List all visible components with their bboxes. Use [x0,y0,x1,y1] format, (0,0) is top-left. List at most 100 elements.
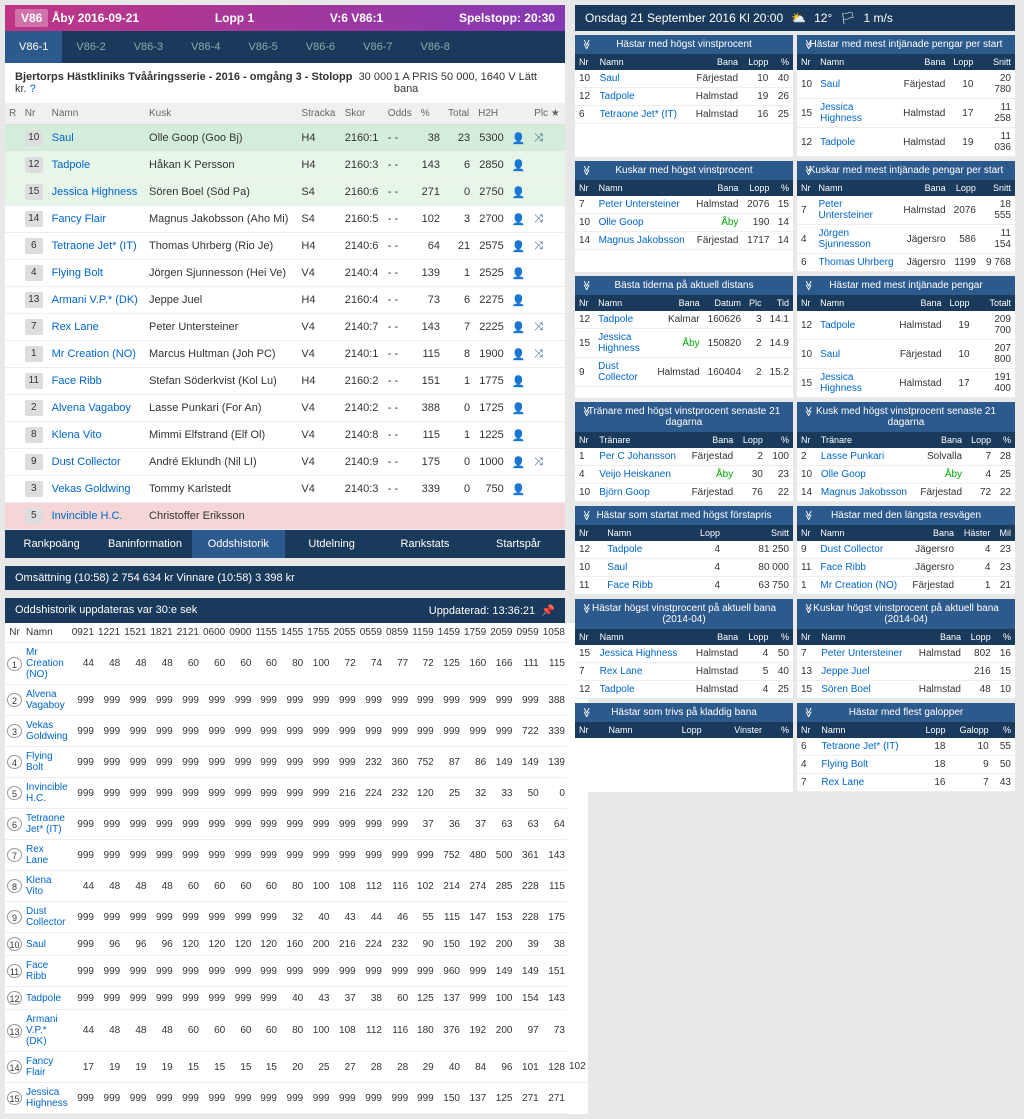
stat-header[interactable]: Tränare med högst vinstprocent senaste 2… [575,402,793,432]
h2h-icon[interactable]: ⤨ [530,314,565,341]
table-row[interactable]: 9Dust CollectorHalmstad160404215.2 [575,358,793,387]
table-row[interactable]: 15Sören BoelHalmstad4810 [797,681,1015,699]
table-row[interactable]: 1Mr Creation (NO)Färjestad121 [797,577,1015,595]
horse-link[interactable]: Jessica Highness [24,1083,70,1114]
horse-link[interactable]: Tadpole [24,987,70,1010]
help-icon[interactable]: ? [30,83,36,95]
horse-link[interactable]: Fancy Flair [48,206,145,233]
table-row[interactable]: 3Vekas GoldwingTommy KarlstedtV42140:3- … [5,476,565,503]
table-row[interactable]: 6Tetraone Jet* (IT)Halmstad1625 [575,106,793,124]
person-icon[interactable] [508,503,530,530]
table-row[interactable]: 6Thomas UhrbergJägersro11999 768 [797,254,1015,272]
table-row[interactable]: 6Tetraone Jet* (IT)Thomas Uhrberg (Rio J… [5,233,565,260]
horse-link[interactable]: Alvena Vagaboy [48,395,145,422]
subtab-Baninformation[interactable]: Baninformation [98,530,191,558]
h2h-icon[interactable] [530,476,565,503]
horse-link[interactable]: Tetraone Jet* (IT) [24,809,70,840]
person-icon[interactable]: 👤 [508,395,530,422]
table-row[interactable]: 10Olle GoopÅby425 [797,466,1015,484]
h2h-icon[interactable]: ⤨ [530,125,565,152]
horse-link[interactable]: Jessica Highness [48,179,145,206]
stat-header[interactable]: Kuskar med mest intjänade pengar per sta… [797,161,1015,180]
table-row[interactable]: 15Jessica HighnessHalmstad450 [575,645,793,663]
pin-icon[interactable]: 📌 [541,605,555,617]
table-row[interactable]: 8Klena VitoMimmi Elfstrand (Elf Ol)V4214… [5,422,565,449]
table-row[interactable]: 7Rex Lane16743 [797,774,1015,792]
horse-link[interactable]: Dust Collector [48,449,145,476]
person-icon[interactable]: 👤 [508,422,530,449]
h2h-icon[interactable]: ⤨ [530,206,565,233]
person-icon[interactable]: 👤 [508,125,530,152]
table-row[interactable]: 5Invincible H.C.Christoffer Eriksson [5,503,565,530]
table-row[interactable]: 14Magnus JakobssonFärjestad171714 [575,232,793,250]
stat-header[interactable]: Hästar med flest galopper [797,703,1015,722]
stat-header[interactable]: Hästar högst vinstprocent på aktuell ban… [575,599,793,629]
tab-V86-7[interactable]: V86-7 [349,31,406,63]
table-row[interactable]: 12TadpoleHalmstad1926 [575,88,793,106]
h2h-icon[interactable] [530,152,565,179]
stat-header[interactable]: Hästar med mest intjänade pengar [797,276,1015,295]
table-row[interactable]: 4Flying Bolt18950 [797,756,1015,774]
table-row[interactable]: 15Jessica HighnessHalmstad17191 400 [797,369,1015,398]
stat-header[interactable]: Kusk med högst vinstprocent senaste 21 d… [797,402,1015,432]
table-row[interactable]: 12TadpoleHalmstad425 [575,681,793,699]
person-icon[interactable]: 👤 [508,152,530,179]
table-row[interactable]: 7Rex LaneHalmstad540 [575,663,793,681]
table-row[interactable]: 12TadpoleHalmstad19209 700 [797,311,1015,340]
horse-link[interactable]: Saul [48,125,145,152]
table-row[interactable]: 15Jessica HighnessÅby150820214.9 [575,329,793,358]
horse-link[interactable]: Dust Collector [24,902,70,933]
horse-link[interactable]: Face Ribb [24,956,70,987]
tab-V86-2[interactable]: V86-2 [62,31,119,63]
horse-link[interactable]: Alvena Vagaboy [24,685,70,716]
table-row[interactable]: 12Tadpole481 250 [575,541,793,559]
table-row[interactable]: 11Face Ribb463 750 [575,577,793,595]
table-row[interactable]: 13Jeppe Juel21615 [797,663,1015,681]
tab-V86-1[interactable]: V86-1 [5,31,62,63]
horse-link[interactable]: Armani V.P.* (DK) [48,287,145,314]
h2h-icon[interactable] [530,395,565,422]
person-icon[interactable]: 👤 [508,314,530,341]
table-row[interactable]: 10Björn GoopFärjestad7622 [575,484,793,502]
horse-link[interactable]: Tetraone Jet* (IT) [48,233,145,260]
h2h-icon[interactable]: ⤨ [530,233,565,260]
stat-header[interactable]: Hästar som trivs på kladdig bana [575,703,793,722]
stat-header[interactable]: Hästar med högst vinstprocent [575,35,793,54]
tab-V86-3[interactable]: V86-3 [120,31,177,63]
table-row[interactable]: 12TadpoleKalmar160626314.1 [575,311,793,329]
tab-V86-5[interactable]: V86-5 [234,31,291,63]
table-row[interactable]: 2Alvena VagaboyLasse Punkari (For An)V42… [5,395,565,422]
horse-link[interactable]: Invincible H.C. [48,503,145,530]
horse-link[interactable]: Saul [24,933,70,956]
table-row[interactable]: 9Dust CollectorAndré Eklundh (Nil LI)V42… [5,449,565,476]
stat-header[interactable]: Hästar som startat med högst förstapris [575,506,793,525]
subtab-Rankpoäng[interactable]: Rankpoäng [5,530,98,558]
subtab-Utdelning[interactable]: Utdelning [285,530,378,558]
table-row[interactable]: 12TadpoleHalmstad1911 036 [797,128,1015,157]
horse-link[interactable]: Face Ribb [48,368,145,395]
tab-V86-6[interactable]: V86-6 [292,31,349,63]
table-row[interactable]: 4Flying BoltJörgen Sjunnesson (Hei Ve)V4… [5,260,565,287]
horse-link[interactable]: Rex Lane [24,840,70,871]
h2h-icon[interactable] [530,368,565,395]
subtab-Oddshistorik[interactable]: Oddshistorik [192,530,285,558]
stat-header[interactable]: Hästar med den längsta resvägen [797,506,1015,525]
horse-link[interactable]: Tadpole [48,152,145,179]
stat-header[interactable]: Bästa tiderna på aktuell distans [575,276,793,295]
person-icon[interactable]: 👤 [508,476,530,503]
person-icon[interactable]: 👤 [508,341,530,368]
table-row[interactable]: 1Mr Creation (NO)Marcus Hultman (Joh PC)… [5,341,565,368]
h2h-icon[interactable] [530,260,565,287]
person-icon[interactable]: 👤 [508,233,530,260]
table-row[interactable]: 1Per C JohanssonFärjestad2100 [575,448,793,466]
table-row[interactable]: 6Tetraone Jet* (IT)181055 [797,738,1015,756]
horse-link[interactable]: Klena Vito [48,422,145,449]
table-row[interactable]: 10SaulOlle Goop (Goo Bj)H42160:1- -38235… [5,125,565,152]
table-row[interactable]: 4Veijo HeiskanenÅby3023 [575,466,793,484]
h2h-icon[interactable] [530,503,565,530]
table-row[interactable]: 7Peter UntersteinerHalmstad207615 [575,196,793,214]
h2h-icon[interactable]: ⤨ [530,341,565,368]
horse-link[interactable]: Fancy Flair [24,1052,70,1083]
horse-link[interactable]: Rex Lane [48,314,145,341]
table-row[interactable]: 12TadpoleHåkan K PerssonH42160:3- -14362… [5,152,565,179]
